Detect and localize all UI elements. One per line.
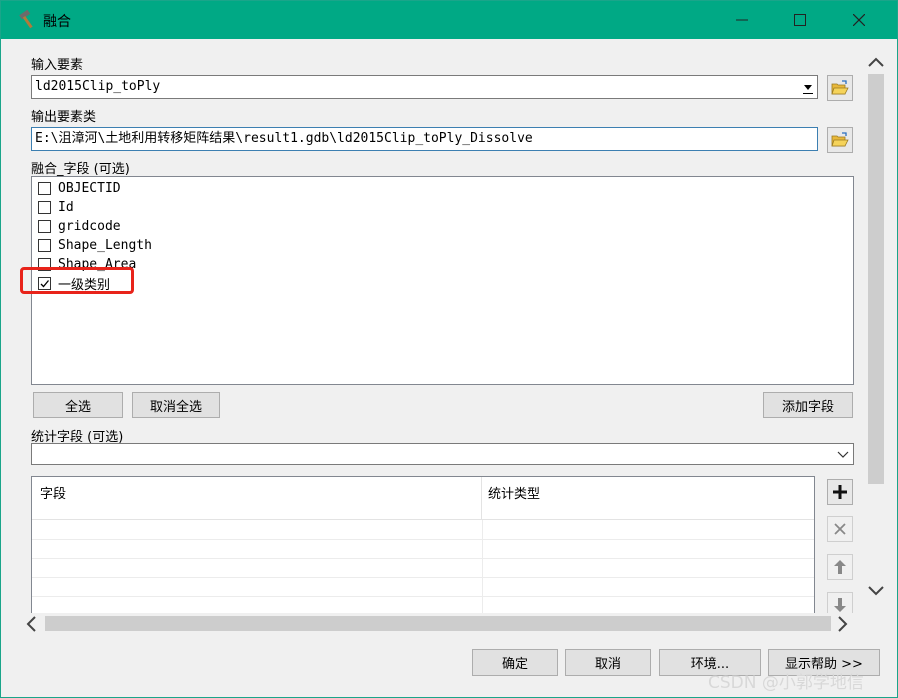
title-bar[interactable]: 融合 [1, 1, 897, 39]
row-divider [32, 577, 814, 578]
vertical-scrollbar[interactable] [863, 41, 891, 633]
scroll-up-icon[interactable] [868, 57, 884, 67]
checkbox[interactable] [38, 181, 51, 195]
input-features-value: ld2015Clip_toPly [35, 79, 161, 94]
delete-icon [834, 523, 846, 535]
row-divider [32, 558, 814, 559]
field-item-objectid[interactable]: OBJECTID [38, 179, 121, 197]
statistics-fields-combo[interactable] [31, 443, 854, 465]
maximize-button[interactable] [771, 1, 829, 39]
output-feature-class-field[interactable]: E:\沮漳河\土地利用转移矩阵结果\result1.gdb\ld2015Clip… [31, 127, 818, 151]
row-divider [32, 539, 814, 540]
remove-row-button[interactable] [827, 516, 853, 542]
dropdown-arrow-icon[interactable] [799, 77, 816, 97]
move-up-button[interactable] [827, 554, 853, 580]
select-all-button[interactable]: 全选 [33, 392, 123, 418]
scrollbar-thumb[interactable] [45, 616, 831, 631]
input-features-label: 输入要素 [31, 58, 84, 73]
highlight-box [20, 267, 134, 294]
cancel-button[interactable]: 取消 [565, 649, 651, 676]
window-title: 融合 [43, 14, 71, 30]
scrollbar-thumb[interactable] [868, 74, 884, 484]
output-feature-class-label: 输出要素类 [31, 110, 97, 125]
open-folder-icon [831, 132, 849, 147]
add-field-button[interactable]: 添加字段 [763, 392, 853, 418]
column-header-statistic-type[interactable]: 统计类型 [482, 477, 814, 520]
parameters-panel: 输入要素 ld2015Clip_toPly 输出要素类 E:\沮漳河\土地利用转… [11, 41, 866, 633]
field-item-gridcode[interactable]: gridcode [38, 217, 121, 235]
arrow-down-icon [834, 598, 846, 612]
horizontal-scrollbar[interactable] [21, 613, 856, 635]
input-features-combo[interactable]: ld2015Clip_toPly [31, 75, 818, 99]
column-header-field[interactable]: 字段 [32, 477, 482, 520]
scroll-down-icon[interactable] [868, 586, 884, 596]
dissolve-fields-label: 融合_字段 (可选) [31, 162, 130, 177]
minimize-icon [736, 19, 748, 21]
chevron-down-icon [837, 451, 849, 458]
dissolve-dialog: 融合 输入要素 ld2015Clip_toPly 输出要素类 E:\沮漳河\土地… [0, 0, 898, 698]
hammer-icon [17, 9, 37, 30]
add-row-button[interactable] [827, 479, 853, 505]
browse-input-button[interactable] [827, 75, 853, 101]
ok-button[interactable]: 确定 [472, 649, 558, 676]
checkbox[interactable] [38, 200, 51, 214]
maximize-icon [794, 14, 806, 26]
watermark: CSDN @小郭学地信 [708, 673, 864, 693]
plus-icon [833, 485, 847, 499]
field-item-id[interactable]: Id [38, 198, 74, 216]
checkbox[interactable] [38, 219, 51, 233]
arrow-up-icon [834, 560, 846, 574]
close-icon [853, 14, 865, 26]
checkbox[interactable] [38, 238, 51, 252]
statistics-table[interactable]: 字段 统计类型 [31, 476, 815, 633]
minimize-button[interactable] [713, 1, 771, 39]
field-item-shape-length[interactable]: Shape_Length [38, 236, 152, 254]
unselect-all-button[interactable]: 取消全选 [132, 392, 220, 418]
dissolve-fields-list[interactable]: OBJECTID Id gridcode Shape_Length Shape_… [31, 176, 854, 385]
scroll-right-icon[interactable] [838, 616, 848, 632]
scroll-left-icon[interactable] [26, 616, 36, 632]
close-button[interactable] [830, 1, 888, 39]
open-folder-icon [831, 80, 849, 95]
browse-output-button[interactable] [827, 127, 853, 153]
row-divider [32, 596, 814, 597]
